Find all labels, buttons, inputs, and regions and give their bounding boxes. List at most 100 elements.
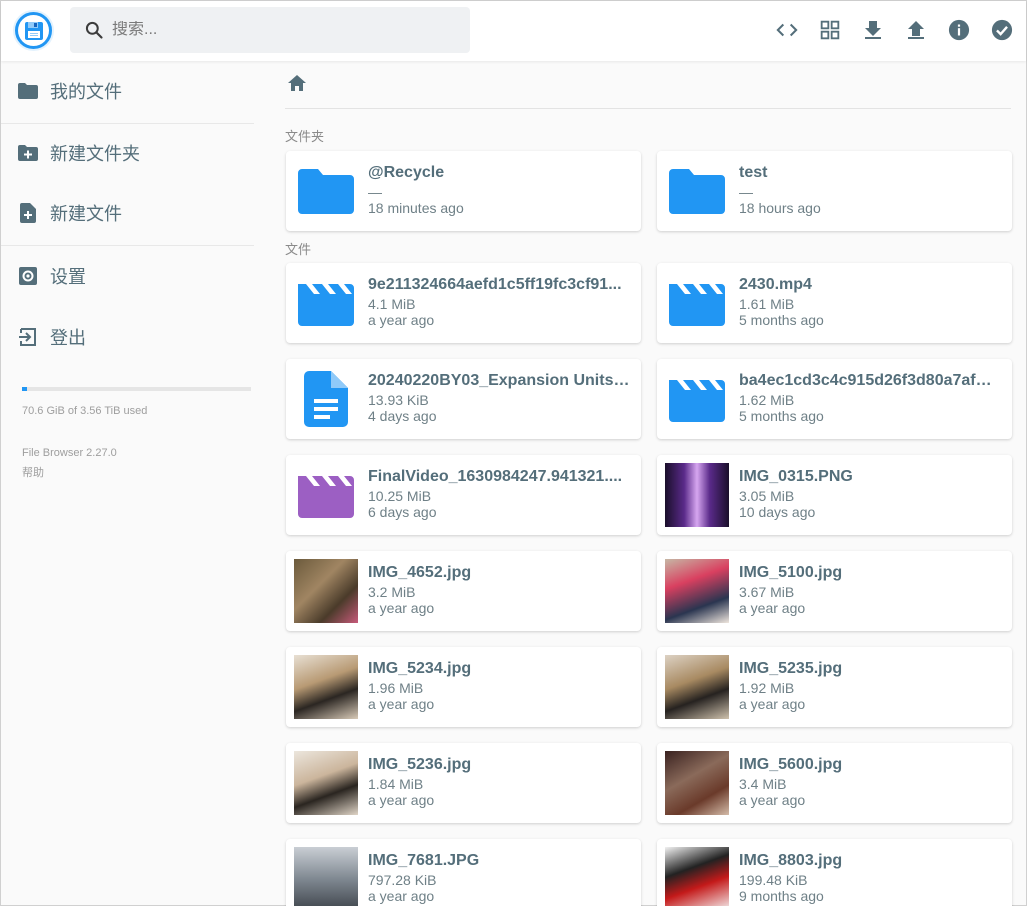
file-card[interactable]: IMG_5100.jpg 3.67 MiB a year ago — [657, 551, 1012, 631]
item-name: 2430.mp4 — [739, 276, 812, 293]
file-card[interactable]: IMG_5236.jpg 1.84 MiB a year ago — [286, 743, 641, 823]
file-card[interactable]: IMG_4652.jpg 3.2 MiB a year ago — [286, 551, 641, 631]
item-modified: 6 days ago — [368, 504, 437, 520]
sidebar-item-label: 新建文件夹 — [50, 144, 140, 164]
item-modified: 10 days ago — [739, 504, 816, 520]
item-modified: a year ago — [368, 888, 435, 904]
item-name: FinalVideo_1630984247.941321.... — [368, 468, 623, 485]
file-card[interactable]: 9e211324664aefd1c5ff19fc3cf91... 4.1 MiB a… — [286, 263, 641, 343]
item-modified: 9 months ago — [739, 888, 824, 904]
item-modified: a year ago — [368, 696, 435, 712]
image-thumbnail — [294, 751, 358, 815]
search-icon — [84, 20, 104, 40]
file-card[interactable]: IMG_8803.jpg 199.48 KiB 9 months ago — [657, 839, 1012, 906]
folder-card[interactable]: @Recycle —18 minutes ago — [286, 151, 641, 231]
file-card[interactable]: IMG_5234.jpg 1.96 MiB a year ago — [286, 647, 641, 727]
file-card[interactable]: FinalVideo_1630984247.941321.... 10.25 Mi… — [286, 455, 641, 535]
file-card[interactable]: IMG_5600.jpg 3.4 MiB a year ago — [657, 743, 1012, 823]
help-link[interactable]: 帮助 — [22, 464, 44, 480]
item-size: 797.28 KiB — [368, 872, 437, 888]
item-size: 1.62 MiB — [739, 392, 795, 408]
item-name: IMG_5236.jpg — [368, 756, 472, 773]
item-name: ba4ec1cd3c4c915d26f3d80a7afd4... — [739, 372, 1001, 389]
breadcrumb-divider — [285, 108, 1011, 109]
folder-card[interactable]: test —18 hours ago — [657, 151, 1012, 231]
item-modified: 18 minutes ago — [368, 200, 464, 216]
sidebar-item-new-file[interactable]: 新建文件 — [1, 184, 254, 242]
sidebar-item-label: 设置 — [50, 267, 86, 287]
sidebar-item-new-folder[interactable]: 新建文件夹 — [1, 124, 254, 182]
file-card[interactable]: IMG_0315.PNG 3.05 MiB 10 days ago — [657, 455, 1012, 535]
storage-usage-bar — [22, 387, 251, 391]
file-card[interactable]: 2430.mp4 1.61 MiB 5 months ago — [657, 263, 1012, 343]
new-file-icon — [18, 203, 38, 223]
item-size: — — [368, 184, 382, 200]
item-modified: a year ago — [368, 312, 435, 328]
version-text: File Browser 2.27.0 — [22, 447, 117, 459]
sidebar: 我的文件 新建文件夹 新建文件 设置 登出 70.6 GiB of 3.56 T… — [1, 61, 254, 906]
item-name: IMG_8803.jpg — [739, 852, 843, 869]
folder-icon — [18, 81, 38, 101]
sidebar-item-my-files[interactable]: 我的文件 — [1, 62, 254, 120]
image-thumbnail — [294, 655, 358, 719]
file-card[interactable]: IMG_7681.JPG 797.28 KiB a year ago — [286, 839, 641, 906]
item-size: 1.96 MiB — [368, 680, 424, 696]
folder-icon — [294, 159, 358, 223]
download-icon[interactable] — [861, 15, 885, 45]
item-size: 4.1 MiB — [368, 296, 416, 312]
item-name: IMG_4652.jpg — [368, 564, 472, 581]
item-name: IMG_7681.JPG — [368, 852, 480, 869]
item-size: 3.2 MiB — [368, 584, 416, 600]
folder-icon — [665, 159, 729, 223]
image-thumbnail — [294, 559, 358, 623]
item-name: 20240220BY03_Expansion Units S... — [368, 372, 630, 389]
file-listing: 文件夹 文件 @Recycle —18 minutes ago test —18 ho… — [254, 61, 1026, 906]
item-name: IMG_0315.PNG — [739, 468, 853, 485]
item-name: IMG_5100.jpg — [739, 564, 843, 581]
info-icon[interactable] — [947, 15, 971, 45]
app-logo[interactable] — [13, 10, 54, 51]
sidebar-item-settings[interactable]: 设置 — [1, 247, 254, 305]
grid-view-icon[interactable] — [818, 15, 842, 45]
item-modified: 4 days ago — [368, 408, 437, 424]
settings-icon — [18, 266, 38, 286]
storage-usage-fill — [22, 387, 27, 391]
search-input[interactable] — [112, 21, 452, 39]
file-card[interactable]: 20240220BY03_Expansion Units S... 13.93 K… — [286, 359, 641, 439]
item-size: 1.92 MiB — [739, 680, 795, 696]
item-modified: a year ago — [739, 600, 806, 616]
item-size: 3.67 MiB — [739, 584, 795, 600]
item-name: test — [739, 164, 768, 181]
image-thumbnail — [294, 847, 358, 906]
item-size: 3.05 MiB — [739, 488, 795, 504]
item-modified: a year ago — [739, 792, 806, 808]
upload-icon[interactable] — [904, 15, 928, 45]
logout-icon — [18, 327, 38, 347]
video-icon — [294, 271, 358, 335]
folders-heading: 文件夹 — [285, 129, 325, 144]
item-size: — — [739, 184, 753, 200]
sidebar-divider — [1, 245, 254, 246]
file-card[interactable]: ba4ec1cd3c4c915d26f3d80a7afd4... 1.62 MiB… — [657, 359, 1012, 439]
item-modified: a year ago — [739, 696, 806, 712]
code-icon[interactable] — [775, 15, 799, 45]
item-name: IMG_5234.jpg — [368, 660, 472, 677]
sidebar-item-logout[interactable]: 登出 — [1, 308, 254, 366]
item-modified: 18 hours ago — [739, 200, 821, 216]
item-name: IMG_5600.jpg — [739, 756, 843, 773]
search-box[interactable] — [70, 7, 470, 53]
item-size: 199.48 KiB — [739, 872, 808, 888]
new-folder-icon — [18, 143, 38, 163]
video-purple-icon — [294, 463, 358, 527]
image-thumbnail — [665, 751, 729, 815]
document-icon — [294, 367, 358, 431]
item-modified: a year ago — [368, 792, 435, 808]
image-thumbnail — [665, 559, 729, 623]
home-icon[interactable] — [287, 74, 311, 94]
item-size: 3.4 MiB — [739, 776, 787, 792]
item-name: @Recycle — [368, 164, 445, 181]
select-check-icon[interactable] — [990, 15, 1014, 45]
image-thumbnail — [665, 463, 729, 527]
item-modified: 5 months ago — [739, 312, 824, 328]
file-card[interactable]: IMG_5235.jpg 1.92 MiB a year ago — [657, 647, 1012, 727]
